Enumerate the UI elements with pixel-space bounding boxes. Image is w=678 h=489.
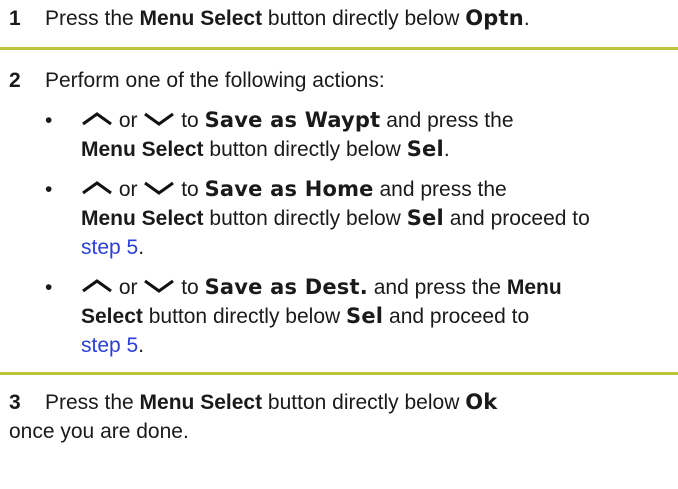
menu-label: Menu bbox=[506, 276, 562, 299]
text: and press the bbox=[386, 109, 514, 132]
list-item: • or to Save as Home and press the Menu … bbox=[45, 175, 678, 262]
lcd-optn: Optn bbox=[465, 6, 524, 30]
select-label: Select bbox=[81, 305, 143, 328]
menu-select-label: Menu Select bbox=[139, 7, 263, 30]
action-list: • or to Save as Waypt and press the Menu… bbox=[45, 106, 678, 360]
text: . bbox=[138, 334, 145, 357]
bullet-text: or to Save as Home and press the Menu Se… bbox=[81, 175, 678, 262]
text: to bbox=[181, 109, 199, 132]
down-arrow-icon bbox=[143, 111, 175, 127]
list-item: • or to Save as Dest. and press the Menu… bbox=[45, 273, 678, 360]
up-arrow-icon bbox=[81, 180, 113, 196]
lcd-sel: Sel bbox=[406, 206, 444, 230]
menu-select-label: Menu Select bbox=[81, 138, 204, 161]
step-5-link[interactable]: step 5 bbox=[81, 236, 138, 259]
text: . bbox=[138, 236, 145, 259]
lcd-save-as-home: Save as Home bbox=[204, 177, 374, 201]
text: button directly below bbox=[148, 305, 341, 328]
text: . bbox=[523, 7, 530, 30]
step-3-line2: once you are done. bbox=[9, 420, 189, 443]
text: and proceed to bbox=[389, 305, 530, 328]
text: Press the bbox=[45, 7, 140, 30]
text: and press the bbox=[373, 276, 501, 299]
bullet-dot: • bbox=[45, 276, 53, 299]
step-number: 2 bbox=[9, 69, 21, 92]
step-2-intro: Perform one of the following actions: bbox=[45, 69, 385, 92]
text: button directly below bbox=[262, 391, 466, 414]
step-number: 3 bbox=[9, 391, 21, 414]
menu-select-label: Menu Select bbox=[81, 207, 204, 230]
menu-select-label: Menu Select bbox=[139, 391, 263, 414]
lcd-sel: Sel bbox=[406, 137, 444, 161]
text: or bbox=[118, 178, 138, 201]
text: button directly below bbox=[209, 138, 401, 161]
lcd-save-as-waypt: Save as Waypt bbox=[204, 108, 381, 132]
text: and proceed to bbox=[449, 207, 590, 230]
lcd-ok: Ok bbox=[465, 390, 498, 414]
lcd-sel: Sel bbox=[346, 304, 384, 328]
list-item: • or to Save as Waypt and press the Menu… bbox=[45, 106, 678, 164]
text: Press the bbox=[45, 391, 140, 414]
bullet-dot: • bbox=[45, 178, 53, 201]
lcd-save-as-dest: Save as Dest. bbox=[204, 275, 368, 299]
step-3-text: Press the Menu Select button directly be… bbox=[45, 388, 678, 417]
down-arrow-icon bbox=[143, 278, 175, 294]
text: to bbox=[181, 276, 199, 299]
down-arrow-icon bbox=[143, 180, 175, 196]
text: or bbox=[118, 276, 138, 299]
step-1-text: Press the Menu Select button directly be… bbox=[45, 4, 678, 33]
step-1: 1 Press the Menu Select button directly … bbox=[0, 0, 678, 33]
up-arrow-icon bbox=[81, 278, 113, 294]
text: button directly below bbox=[262, 7, 466, 30]
up-arrow-icon bbox=[81, 111, 113, 127]
step-3: 3 Press the Menu Select button directly … bbox=[0, 375, 678, 446]
text: . bbox=[443, 138, 450, 161]
text: and press the bbox=[379, 178, 507, 201]
bullet-text: or to Save as Dest. and press the Menu S… bbox=[81, 273, 678, 360]
text: or bbox=[118, 109, 138, 132]
step-2: 2 Perform one of the following actions: … bbox=[0, 50, 678, 360]
text: to bbox=[181, 178, 199, 201]
step-number: 1 bbox=[9, 7, 21, 30]
bullet-text: or to Save as Waypt and press the Menu S… bbox=[81, 106, 678, 164]
step-5-link[interactable]: step 5 bbox=[81, 334, 138, 357]
text: button directly below bbox=[209, 207, 401, 230]
bullet-dot: • bbox=[45, 109, 53, 132]
